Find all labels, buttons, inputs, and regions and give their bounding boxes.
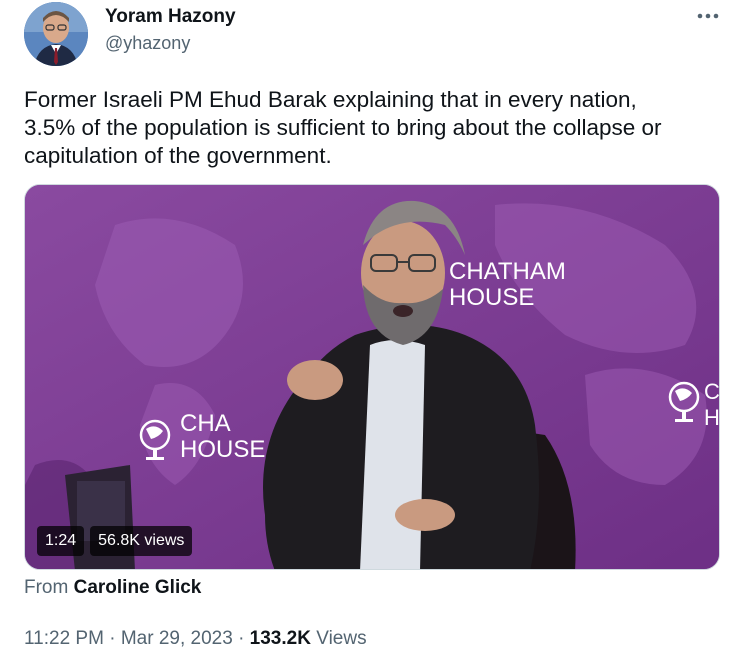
more-options-icon[interactable]	[694, 4, 722, 28]
svg-text:C: C	[704, 379, 720, 404]
svg-text:CHA: CHA	[180, 410, 231, 437]
view-count: 133.2K	[249, 628, 311, 649]
tweet-meta: 11:22 PM · Mar 29, 2023 · 133.2K Views	[24, 628, 367, 650]
attribution-source-link[interactable]: Caroline Glick	[74, 577, 202, 598]
tweet-time[interactable]: 11:22 PM	[24, 628, 104, 649]
media-attribution: From Caroline Glick	[24, 577, 201, 599]
views-label: Views	[316, 628, 367, 649]
video-duration: 1:24	[37, 526, 85, 556]
profile-avatar[interactable]	[24, 2, 88, 66]
meta-separator: ·	[238, 628, 245, 649]
tweet-date[interactable]: Mar 29, 2023	[121, 628, 233, 649]
meta-separator: ·	[109, 628, 116, 649]
svg-text:H: H	[704, 405, 720, 430]
video-views: 56.8K views	[90, 526, 193, 556]
video-player[interactable]: CHA HOUSE CHATHAM HOUSE C H 1:24 56.8K v…	[24, 184, 720, 570]
tweet-text: Former Israeli PM Ehud Barak explaining …	[24, 87, 662, 168]
video-frame: CHA HOUSE CHATHAM HOUSE C H	[25, 185, 720, 569]
svg-text:CHATHAM: CHATHAM	[449, 258, 566, 285]
tweet: Yoram Hazony @yhazony Former Israeli PM …	[0, 0, 746, 665]
author-name[interactable]: Yoram Hazony	[105, 6, 236, 28]
svg-text:HOUSE: HOUSE	[449, 284, 534, 311]
attribution-prefix: From	[24, 577, 69, 598]
video-badge: 1:24 56.8K views	[37, 526, 193, 556]
author-handle[interactable]: @yhazony	[105, 33, 190, 54]
svg-text:HOUSE: HOUSE	[180, 436, 265, 463]
